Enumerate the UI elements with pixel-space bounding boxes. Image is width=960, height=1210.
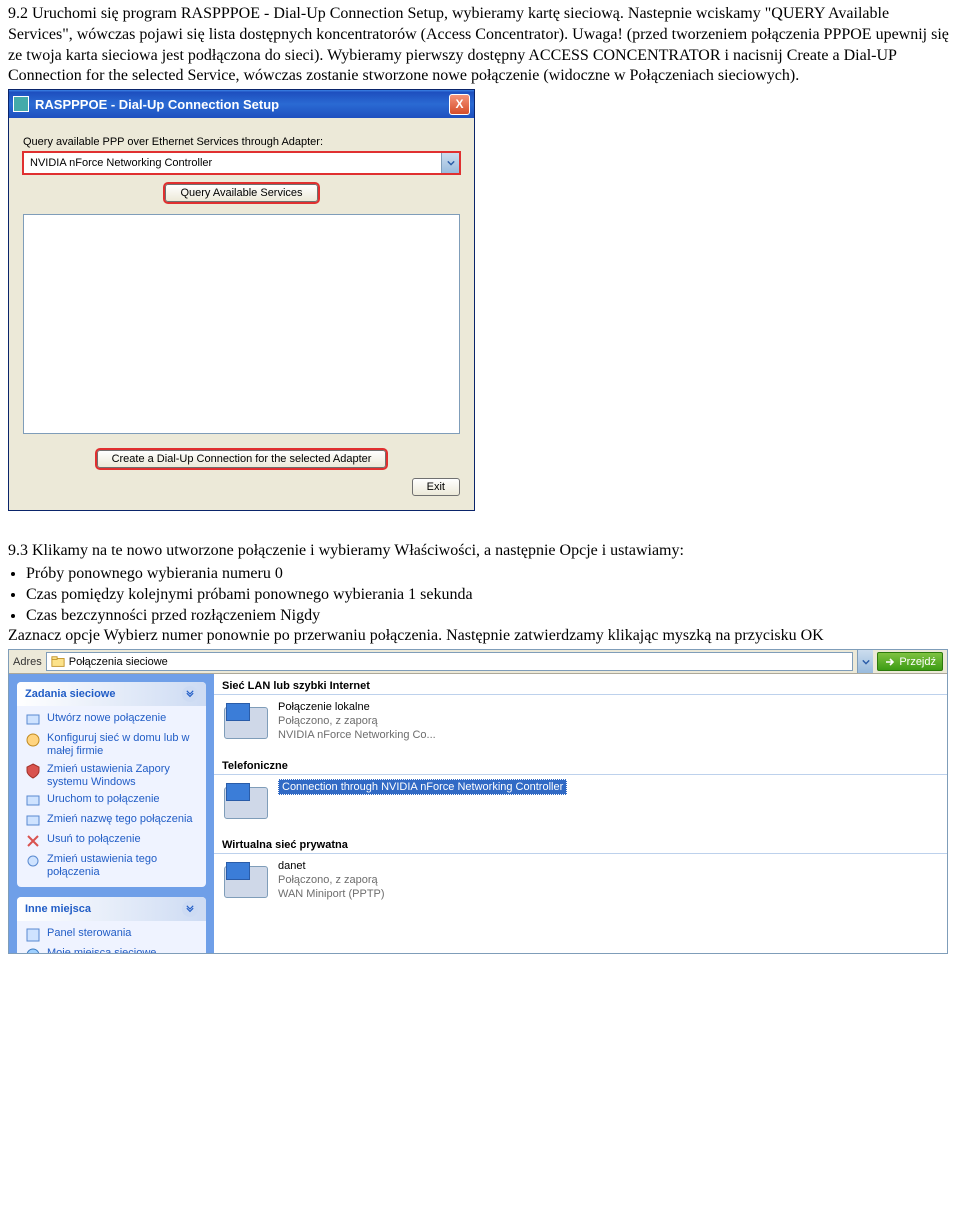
sidebar-item-rename[interactable]: Zmień nazwę tego połączenia — [25, 811, 198, 831]
new-connection-icon — [25, 712, 41, 728]
rename-icon — [25, 813, 41, 829]
connection-device: WAN Miniport (PPTP) — [278, 888, 385, 902]
sidebar-item-control-panel[interactable]: Panel sterowania — [25, 925, 198, 945]
chevron-down-icon[interactable] — [441, 153, 459, 173]
connection-item-vpn[interactable]: danet Połączono, z zaporą WAN Miniport (… — [222, 860, 385, 901]
connection-device: NVIDIA nForce Networking Co... — [278, 729, 436, 743]
network-setup-icon — [25, 732, 41, 748]
dialup-connection-icon — [222, 781, 270, 821]
create-connection-button[interactable]: Create a Dial-Up Connection for the sele… — [97, 450, 387, 468]
adapter-combo[interactable]: NVIDIA nForce Networking Controller — [23, 152, 460, 174]
globe-icon — [25, 947, 41, 953]
exit-button[interactable]: Exit — [412, 478, 460, 496]
connection-status: Połączono, z zaporą — [278, 715, 436, 729]
list-item: Czas pomiędzy kolejnymi próbami ponowneg… — [26, 585, 952, 606]
chevron-down-icon[interactable] — [857, 650, 873, 673]
sidebar-item-label: Panel sterowania — [47, 927, 131, 940]
group-header-vpn: Wirtualna sieć prywatna — [214, 837, 947, 854]
address-bar: Adres Połączenia sieciowe Przejdź — [9, 650, 947, 674]
sidebar-item-delete[interactable]: Usuń to połączenie — [25, 831, 198, 851]
explorer-main-pane: Sieć LAN lub szybki Internet Połączenie … — [214, 674, 947, 953]
connection-status: Połączono, z zaporą — [278, 874, 385, 888]
paragraph-9-3b: Zaznacz opcje Wybierz numer ponownie po … — [8, 626, 952, 647]
side-header-label: Zadania sieciowe — [25, 688, 115, 700]
arrow-right-icon — [884, 656, 896, 668]
adapter-value: NVIDIA nForce Networking Controller — [24, 157, 441, 169]
address-field[interactable]: Połączenia sieciowe — [46, 652, 854, 671]
sidebar-item-label: Usuń to połączenie — [47, 833, 141, 846]
address-value: Połączenia sieciowe — [69, 656, 168, 668]
app-icon — [13, 96, 29, 112]
chevron-up-icon[interactable] — [182, 901, 198, 917]
gear-icon — [25, 853, 41, 869]
sidebar-item-label: Zmień ustawienia Zapory systemu Windows — [47, 763, 198, 789]
adapter-label: Query available PPP over Ethernet Servic… — [23, 136, 460, 148]
side-header-places[interactable]: Inne miejsca — [17, 897, 206, 921]
go-label: Przejdź — [899, 656, 936, 668]
services-list[interactable] — [23, 214, 460, 434]
sidebar-item-label: Uruchom to połączenie — [47, 793, 160, 806]
sidebar-item-label: Moje miejsca sieciowe — [47, 947, 156, 953]
connection-name: Connection through NVIDIA nForce Network… — [278, 779, 567, 795]
connection-item-raspppoe[interactable]: Connection through NVIDIA nForce Network… — [222, 781, 567, 821]
side-header-label: Inne miejsca — [25, 903, 91, 915]
sidebar-item-start-connection[interactable]: Uruchom to połączenie — [25, 791, 198, 811]
connection-item-lan[interactable]: Połączenie lokalne Połączono, z zaporą N… — [222, 701, 436, 742]
dialog-titlebar[interactable]: RASPPPOE - Dial-Up Connection Setup X — [9, 90, 474, 118]
side-header-tasks[interactable]: Zadania sieciowe — [17, 682, 206, 706]
side-group-tasks: Zadania sieciowe Utwórz nowe połączenie … — [17, 682, 206, 887]
dialog-title: RASPPPOE - Dial-Up Connection Setup — [35, 97, 279, 112]
group-header-dialup: Telefoniczne — [214, 758, 947, 775]
delete-icon — [25, 833, 41, 849]
sidebar-item-properties[interactable]: Zmień ustawienia tego połączenia — [25, 851, 198, 881]
raspppoe-dialog: RASPPPOE - Dial-Up Connection Setup X Qu… — [8, 89, 475, 511]
go-button[interactable]: Przejdź — [877, 652, 943, 671]
paragraph-9-2: 9.2 Uruchomi się program RASPPPOE - Dial… — [8, 4, 952, 87]
side-group-places: Inne miejsca Panel sterowania Moje miejs… — [17, 897, 206, 953]
play-icon — [25, 793, 41, 809]
connection-name: danet — [278, 860, 385, 874]
sidebar-item-label: Konfiguruj sieć w domu lub w małej firmi… — [47, 732, 198, 758]
lan-connection-icon — [222, 701, 270, 741]
close-icon[interactable]: X — [449, 94, 470, 115]
network-connections-window: Adres Połączenia sieciowe Przejdź Zadani… — [8, 649, 948, 954]
sidebar-item-home-network[interactable]: Konfiguruj sieć w domu lub w małej firmi… — [25, 730, 198, 760]
explorer-side-panel: Zadania sieciowe Utwórz nowe połączenie … — [9, 674, 214, 953]
sidebar-item-label: Utwórz nowe połączenie — [47, 712, 166, 725]
options-list: Próby ponownego wybierania numeru 0 Czas… — [26, 564, 952, 626]
query-services-button[interactable]: Query Available Services — [165, 184, 317, 202]
control-panel-icon — [25, 927, 41, 943]
sidebar-item-new-connection[interactable]: Utwórz nowe połączenie — [25, 710, 198, 730]
sidebar-item-network-places[interactable]: Moje miejsca sieciowe — [25, 945, 198, 953]
address-label: Adres — [13, 656, 42, 668]
list-item: Próby ponownego wybierania numeru 0 — [26, 564, 952, 585]
sidebar-item-label: Zmień nazwę tego połączenia — [47, 813, 193, 826]
list-item: Czas bezczynności przed rozłączeniem Nig… — [26, 606, 952, 627]
paragraph-9-3: 9.3 Klikamy na te nowo utworzone połącze… — [8, 541, 952, 562]
network-folder-icon — [51, 655, 65, 669]
vpn-connection-icon — [222, 860, 270, 900]
chevron-up-icon[interactable] — [182, 686, 198, 702]
connection-name: Połączenie lokalne — [278, 701, 436, 715]
shield-icon — [25, 763, 41, 779]
group-header-lan: Sieć LAN lub szybki Internet — [214, 678, 947, 695]
sidebar-item-label: Zmień ustawienia tego połączenia — [47, 853, 198, 879]
sidebar-item-firewall[interactable]: Zmień ustawienia Zapory systemu Windows — [25, 761, 198, 791]
